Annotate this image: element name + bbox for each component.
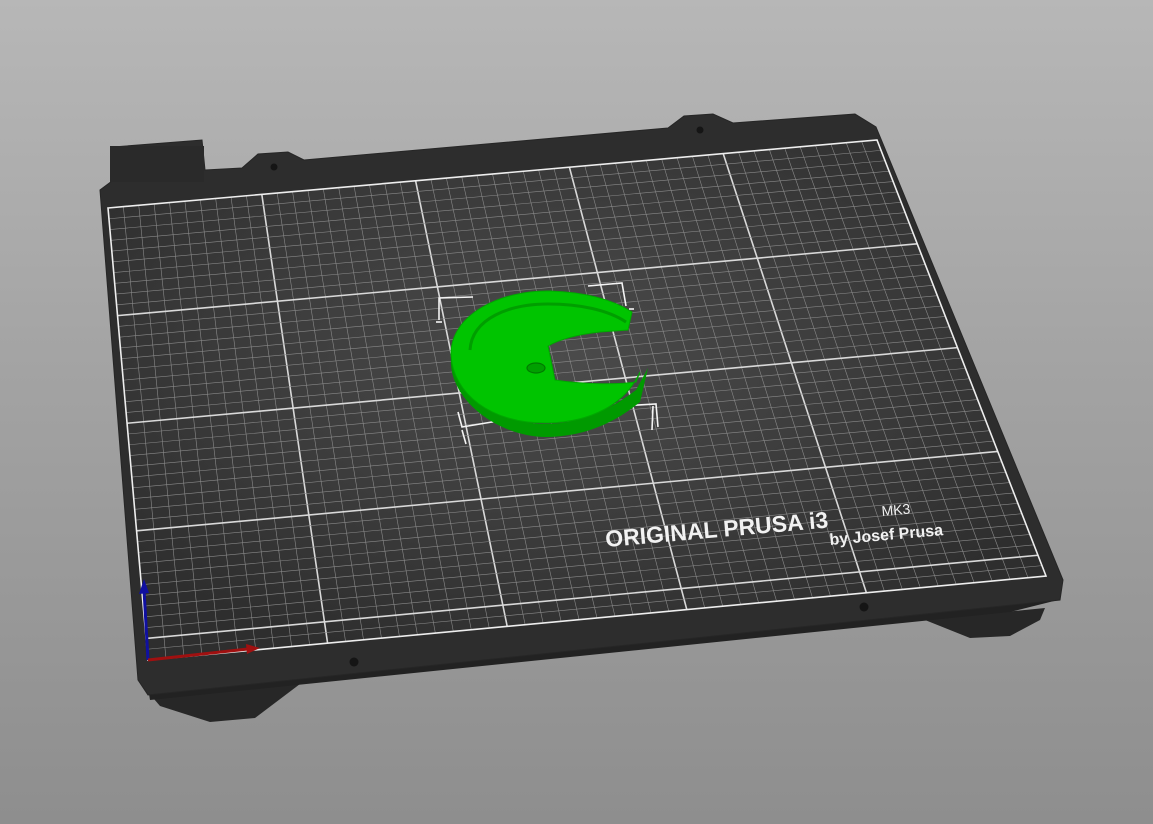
mount-hole bbox=[349, 657, 359, 667]
mount-hole bbox=[696, 126, 704, 134]
object-center-hole bbox=[526, 362, 546, 374]
bed-logo-model: MK3 bbox=[881, 501, 911, 519]
mount-hole bbox=[270, 163, 278, 171]
3d-viewport[interactable]: ORIGINAL PRUSA i3 MK3 by Josef Prusa bbox=[0, 0, 1153, 824]
mount-hole bbox=[859, 602, 869, 612]
heatbed-tab bbox=[110, 146, 204, 182]
